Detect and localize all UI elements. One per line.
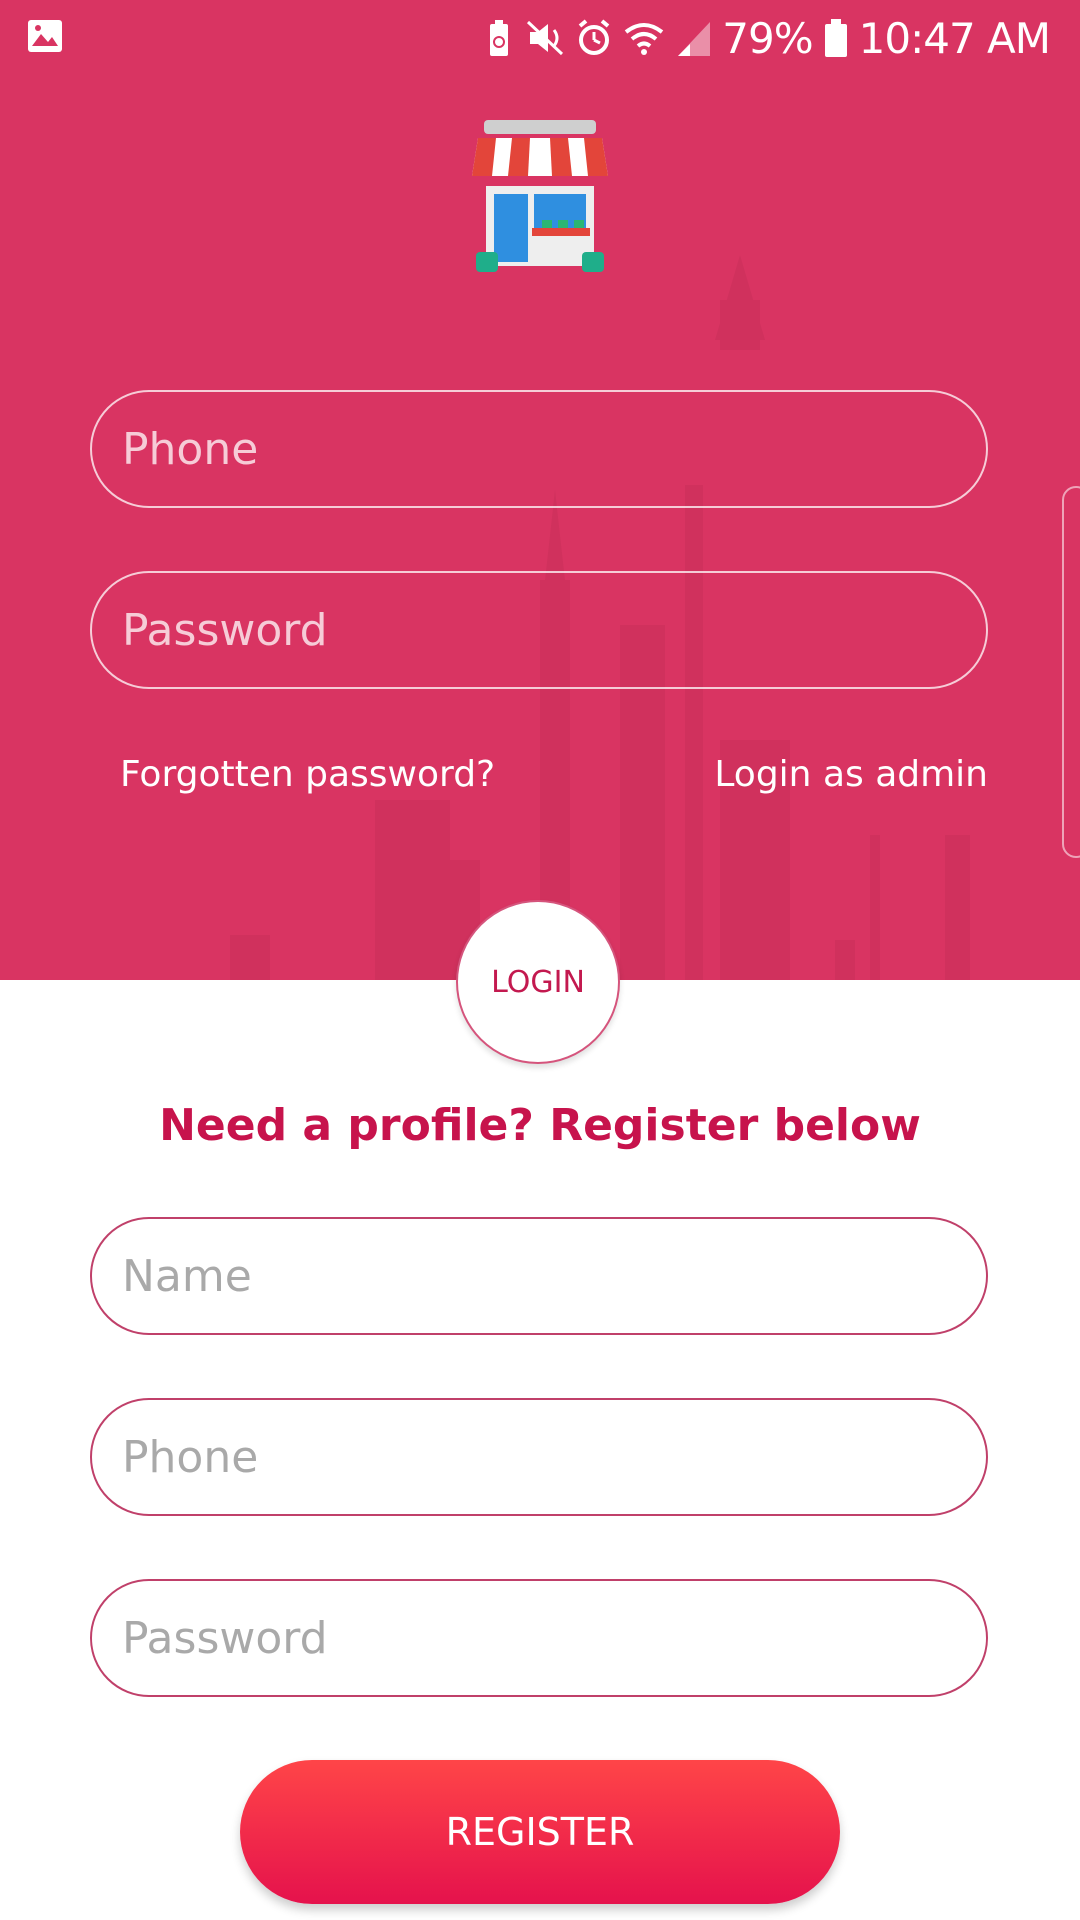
image-icon	[28, 20, 62, 52]
login-phone-input[interactable]: Phone	[90, 390, 988, 508]
mute-icon	[527, 20, 564, 56]
admin-login-link[interactable]: Login as admin	[714, 754, 988, 795]
battery-saver-icon	[490, 20, 509, 56]
register-name-placeholder: Name	[122, 1250, 252, 1302]
status-time: 10:47 AM	[858, 13, 1051, 63]
status-bar: 79% 10:47 AM	[0, 0, 1080, 76]
register-password-input[interactable]: Password	[90, 1579, 988, 1697]
login-password-input[interactable]: Password	[90, 571, 988, 689]
login-password-placeholder: Password	[122, 604, 328, 656]
register-phone-placeholder: Phone	[122, 1431, 259, 1483]
login-panel: 79% 10:47 AM Phone Password Forgotten pa…	[0, 0, 1080, 980]
forgot-password-link[interactable]: Forgotten password?	[120, 754, 495, 795]
register-button[interactable]: REGISTER	[240, 1760, 840, 1904]
alarm-icon	[579, 19, 610, 55]
register-heading: Need a profile? Register below	[159, 1100, 921, 1151]
login-button[interactable]: LOGIN	[456, 900, 620, 1064]
side-drawer-handle[interactable]	[1062, 486, 1080, 858]
battery-percent: 79%	[722, 13, 813, 63]
login-phone-placeholder: Phone	[122, 423, 259, 475]
register-password-placeholder: Password	[122, 1612, 328, 1664]
signal-icon	[678, 22, 711, 56]
store-logo-icon	[472, 120, 608, 272]
register-phone-input[interactable]: Phone	[90, 1398, 988, 1516]
battery-icon	[824, 19, 847, 57]
wifi-icon	[625, 23, 664, 55]
register-name-input[interactable]: Name	[90, 1217, 988, 1335]
